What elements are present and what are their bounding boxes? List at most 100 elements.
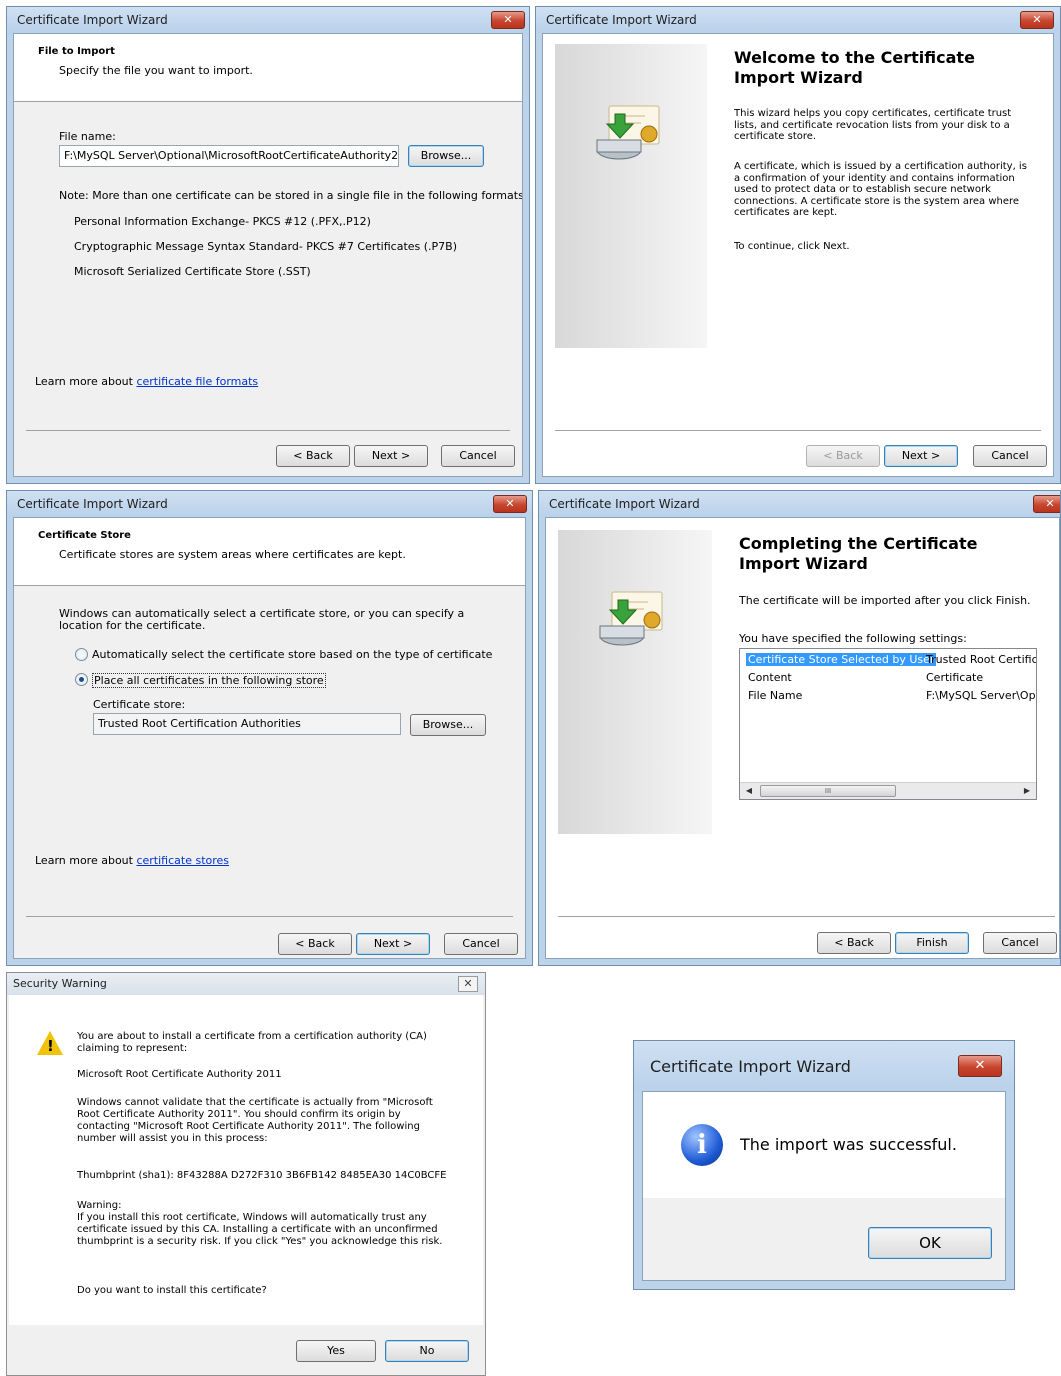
scroll-right-icon[interactable]: ▶: [1020, 785, 1034, 797]
close-button[interactable]: ✕: [493, 495, 527, 513]
dialog-client-area: i The import was successful. OK: [642, 1091, 1006, 1281]
welcome-paragraph: To continue, click Next.: [734, 241, 850, 252]
setting-value: Trusted Root Certifica: [926, 653, 1037, 666]
cancel-button[interactable]: Cancel: [441, 445, 515, 467]
setting-value: Certificate: [926, 671, 984, 684]
window-title: Certificate Import Wizard: [17, 13, 168, 27]
settings-list[interactable]: Certificate Store Selected by User Trust…: [739, 648, 1037, 800]
learn-more-link[interactable]: certificate file formats: [136, 375, 258, 388]
thumbprint: Thumbprint (sha1): 8F43288A D272F310 3B6…: [77, 1170, 447, 1181]
cancel-button[interactable]: Cancel: [444, 933, 518, 955]
wizard-client-area: Completing the Certificate Import Wizard…: [545, 517, 1060, 959]
wizard-certificate-store-window: Certificate Import Wizard ✕ Certificate …: [6, 490, 533, 966]
title-bar[interactable]: Certificate Import Wizard ✕: [634, 1041, 1014, 1091]
security-warning-window: Security Warning ✕ ! You are about to in…: [6, 972, 486, 1376]
file-name-label: File name:: [59, 130, 116, 143]
title-bar[interactable]: Security Warning ✕: [7, 973, 485, 995]
warning-text: Windows cannot validate that the certifi…: [77, 1097, 433, 1144]
divider: [558, 916, 1055, 917]
yes-button[interactable]: Yes: [296, 1340, 376, 1362]
title-bar[interactable]: Certificate Import Wizard ✕: [7, 7, 529, 33]
title-bar[interactable]: Certificate Import Wizard ✕: [536, 7, 1060, 33]
auto-select-radio[interactable]: [75, 648, 88, 661]
wizard-file-to-import-window: Certificate Import Wizard ✕ File to Impo…: [6, 6, 530, 484]
finish-button[interactable]: Finish: [895, 932, 969, 954]
welcome-paragraph: A certificate, which is issued by a cert…: [734, 161, 1027, 218]
certificate-store-field: Trusted Root Certification Authorities: [93, 713, 401, 735]
window-title: Security Warning: [13, 977, 107, 990]
setting-name: Certificate Store Selected by User: [746, 653, 937, 666]
file-name-input[interactable]: F:\MySQL Server\Optional\MicrosoftRootCe…: [59, 145, 399, 167]
wizard-welcome-window: Certificate Import Wizard ✕ Welcome to t…: [535, 6, 1061, 484]
formats-note: Note: More than one certificate can be s…: [59, 189, 523, 202]
warning-body: ! You are about to install a certificate…: [9, 995, 483, 1325]
install-question: Do you want to install this certificate?: [77, 1285, 267, 1296]
next-button[interactable]: Next >: [884, 445, 958, 467]
import-success-dialog: Certificate Import Wizard ✕ i The import…: [633, 1040, 1015, 1290]
message-area: i The import was successful.: [643, 1092, 1005, 1198]
welcome-paragraph: This wizard helps you copy certificates,…: [734, 108, 1012, 142]
back-button[interactable]: < Back: [276, 445, 350, 467]
back-button[interactable]: < Back: [806, 445, 880, 467]
warning-label: Warning:: [77, 1200, 122, 1211]
divider: [555, 430, 1041, 431]
scroll-left-icon[interactable]: ◀: [742, 785, 756, 797]
page-title: File to Import: [38, 46, 115, 57]
learn-more-text: Learn more about certificate file format…: [35, 375, 258, 388]
browse-button[interactable]: Browse...: [408, 145, 484, 167]
wizard-header: Certificate Store Certificate stores are…: [14, 518, 525, 586]
scroll-thumb[interactable]: III: [760, 785, 896, 797]
no-button[interactable]: No: [385, 1340, 469, 1362]
close-button[interactable]: ✕: [1020, 11, 1054, 29]
info-icon: i: [681, 1124, 723, 1166]
cancel-button[interactable]: Cancel: [983, 932, 1057, 954]
browse-button[interactable]: Browse...: [410, 714, 486, 736]
page-title: Certificate Store: [38, 530, 131, 541]
wizard-side-panel: [555, 44, 707, 348]
setting-name: File Name: [748, 689, 803, 702]
back-button[interactable]: < Back: [278, 933, 352, 955]
page-subtitle: Specify the file you want to import.: [59, 64, 253, 77]
window-title: Certificate Import Wizard: [546, 13, 697, 27]
window-title: Certificate Import Wizard: [17, 497, 168, 511]
place-in-store-radio[interactable]: [75, 673, 88, 686]
place-in-store-label[interactable]: Place all certificates in the following …: [92, 673, 326, 688]
learn-more-text: Learn more about certificate stores: [35, 854, 229, 867]
next-button[interactable]: Next >: [354, 445, 428, 467]
title-bar[interactable]: Certificate Import Wizard ✕: [7, 491, 532, 517]
wizard-completing-window: Certificate Import Wizard ✕ Completing t…: [538, 490, 1061, 966]
certificate-install-icon: [596, 105, 660, 160]
learn-more-prefix: Learn more about: [35, 375, 137, 388]
success-message: The import was successful.: [740, 1135, 957, 1154]
format-item: Personal Information Exchange- PKCS #12 …: [74, 215, 371, 228]
close-button[interactable]: ✕: [1033, 495, 1060, 513]
window-title: Certificate Import Wizard: [549, 497, 700, 511]
certificate-store-label: Certificate store:: [93, 698, 186, 711]
format-item: Cryptographic Message Syntax Standard- P…: [74, 240, 458, 253]
close-button[interactable]: ✕: [491, 11, 525, 29]
next-button[interactable]: Next >: [356, 933, 430, 955]
format-item: Microsoft Serialized Certificate Store (…: [74, 265, 311, 278]
certificate-install-icon: [599, 591, 663, 646]
ca-name: Microsoft Root Certificate Authority 201…: [77, 1069, 282, 1080]
completing-heading: Completing the Certificate Import Wizard: [739, 534, 978, 573]
back-button[interactable]: < Back: [817, 932, 891, 954]
ok-button[interactable]: OK: [868, 1227, 992, 1259]
welcome-heading: Welcome to the Certificate Import Wizard: [734, 48, 975, 87]
cancel-button[interactable]: Cancel: [973, 445, 1047, 467]
learn-more-link[interactable]: certificate stores: [136, 854, 229, 867]
page-subtitle: Certificate stores are system areas wher…: [59, 548, 406, 561]
close-button[interactable]: ✕: [958, 1055, 1002, 1077]
window-title: Certificate Import Wizard: [650, 1057, 851, 1076]
divider: [26, 430, 510, 431]
wizard-client-area: Welcome to the Certificate Import Wizard…: [542, 33, 1054, 477]
store-intro: Windows can automatically select a certi…: [59, 607, 465, 632]
title-bar[interactable]: Certificate Import Wizard ✕: [539, 491, 1060, 517]
close-button[interactable]: ✕: [458, 976, 478, 992]
wizard-client-area: Certificate Store Certificate stores are…: [13, 517, 526, 959]
auto-select-label[interactable]: Automatically select the certificate sto…: [92, 648, 492, 661]
settings-label: You have specified the following setting…: [739, 632, 967, 645]
horizontal-scrollbar[interactable]: ◀ III ▶: [740, 782, 1036, 799]
finish-note: The certificate will be imported after y…: [739, 594, 1031, 607]
setting-value: F:\MySQL Server\Opt: [926, 689, 1037, 702]
